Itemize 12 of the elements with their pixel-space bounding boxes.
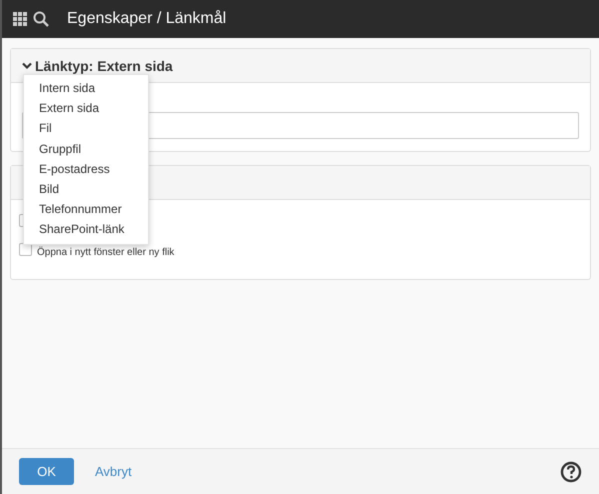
- checkbox-label: Öppna i nytt fönster eller ny flik: [37, 247, 174, 258]
- panel-title[interactable]: Länktyp: Extern sida: [35, 58, 173, 74]
- menu-item[interactable]: Intern sida: [24, 78, 148, 98]
- menu-item[interactable]: Fil: [24, 118, 148, 139]
- ok-button[interactable]: OK: [19, 458, 74, 485]
- menu-item[interactable]: E-postadress: [24, 158, 148, 179]
- menu-item[interactable]: Gruppfil: [24, 138, 148, 159]
- menu-item[interactable]: SharePoint-länk: [24, 219, 148, 240]
- menu-item[interactable]: Telefonnummer: [24, 199, 148, 220]
- window-title: Egenskaper / Länkmål: [67, 10, 226, 28]
- menu-item[interactable]: Extern sida: [24, 98, 148, 118]
- menu-item[interactable]: Bild: [24, 178, 148, 200]
